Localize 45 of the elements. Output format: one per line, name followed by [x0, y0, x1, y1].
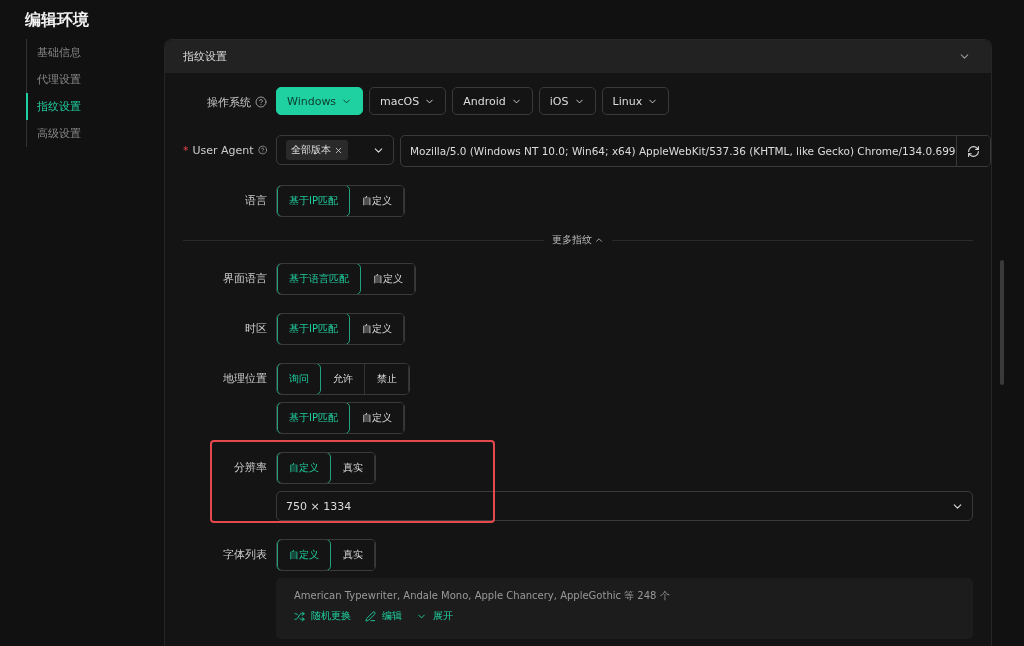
resolution-select[interactable]: 750 × 1334	[276, 491, 973, 521]
sidebar-item[interactable]: 基础信息	[26, 39, 164, 66]
action-link[interactable]: 展开	[416, 609, 453, 623]
os-dropdown[interactable]: Android	[452, 87, 533, 115]
refresh-icon	[966, 144, 980, 158]
field-label: 地理位置	[223, 370, 267, 386]
segment-option[interactable]: 自定义	[277, 540, 331, 570]
help-icon[interactable]	[257, 144, 267, 156]
more-fingerprints-toggle[interactable]: 更多指纹	[552, 233, 604, 247]
field-label: 字体列表	[223, 546, 267, 562]
version-tag: 全部版本	[286, 140, 348, 160]
field-label: 语言	[245, 192, 267, 208]
pen-icon	[365, 610, 376, 622]
segment-option[interactable]: 基于IP匹配	[277, 403, 350, 433]
segment-option[interactable]: 基于IP匹配	[277, 186, 350, 216]
close-icon[interactable]	[334, 145, 343, 155]
field-label: 分辨率	[234, 459, 267, 475]
field-label: User Agent	[192, 143, 254, 157]
version-select[interactable]: 全部版本	[276, 135, 394, 165]
action-link[interactable]: 编辑	[365, 609, 402, 623]
sidebar-item[interactable]: 高级设置	[26, 120, 164, 147]
user-agent-field[interactable]: Mozilla/5.0 (Windows NT 10.0; Win64; x64) AppleWebKit/537.36 (KHTML, like Gecko) Chrome/134.0.699	[400, 135, 991, 167]
field-label: 界面语言	[223, 270, 267, 286]
chevron-up-icon	[594, 235, 604, 245]
page-title: 编辑环境	[25, 10, 90, 31]
panel-header[interactable]: 指纹设置	[165, 40, 991, 73]
segment-option[interactable]: 基于语言匹配	[277, 264, 361, 294]
refresh-button[interactable]	[955, 136, 990, 166]
field-label: 操作系统	[207, 94, 251, 110]
help-icon[interactable]	[255, 96, 267, 108]
action-link[interactable]: 随机更换	[294, 609, 351, 623]
field-label: 时区	[245, 320, 267, 336]
shuffle-icon	[294, 610, 305, 622]
segment-option[interactable]: 基于IP匹配	[277, 314, 350, 344]
segment-option[interactable]: 自定义	[277, 453, 331, 483]
panel-title: 指纹设置	[183, 49, 227, 64]
sidebar-item[interactable]: 代理设置	[26, 66, 164, 93]
font-summary: American Typewriter, Andale Mono, Apple Chancery, AppleGothic 等 248 个	[294, 589, 671, 603]
os-dropdown[interactable]: Windows	[276, 87, 364, 115]
os-dropdown[interactable]: Linux	[601, 87, 670, 115]
required-mark: *	[183, 143, 189, 157]
scrollbar-thumb[interactable]	[1000, 260, 1004, 385]
os-dropdown[interactable]: macOS	[369, 87, 447, 115]
segment-option[interactable]: 询问	[277, 364, 321, 394]
os-dropdown[interactable]: iOS	[538, 87, 596, 115]
